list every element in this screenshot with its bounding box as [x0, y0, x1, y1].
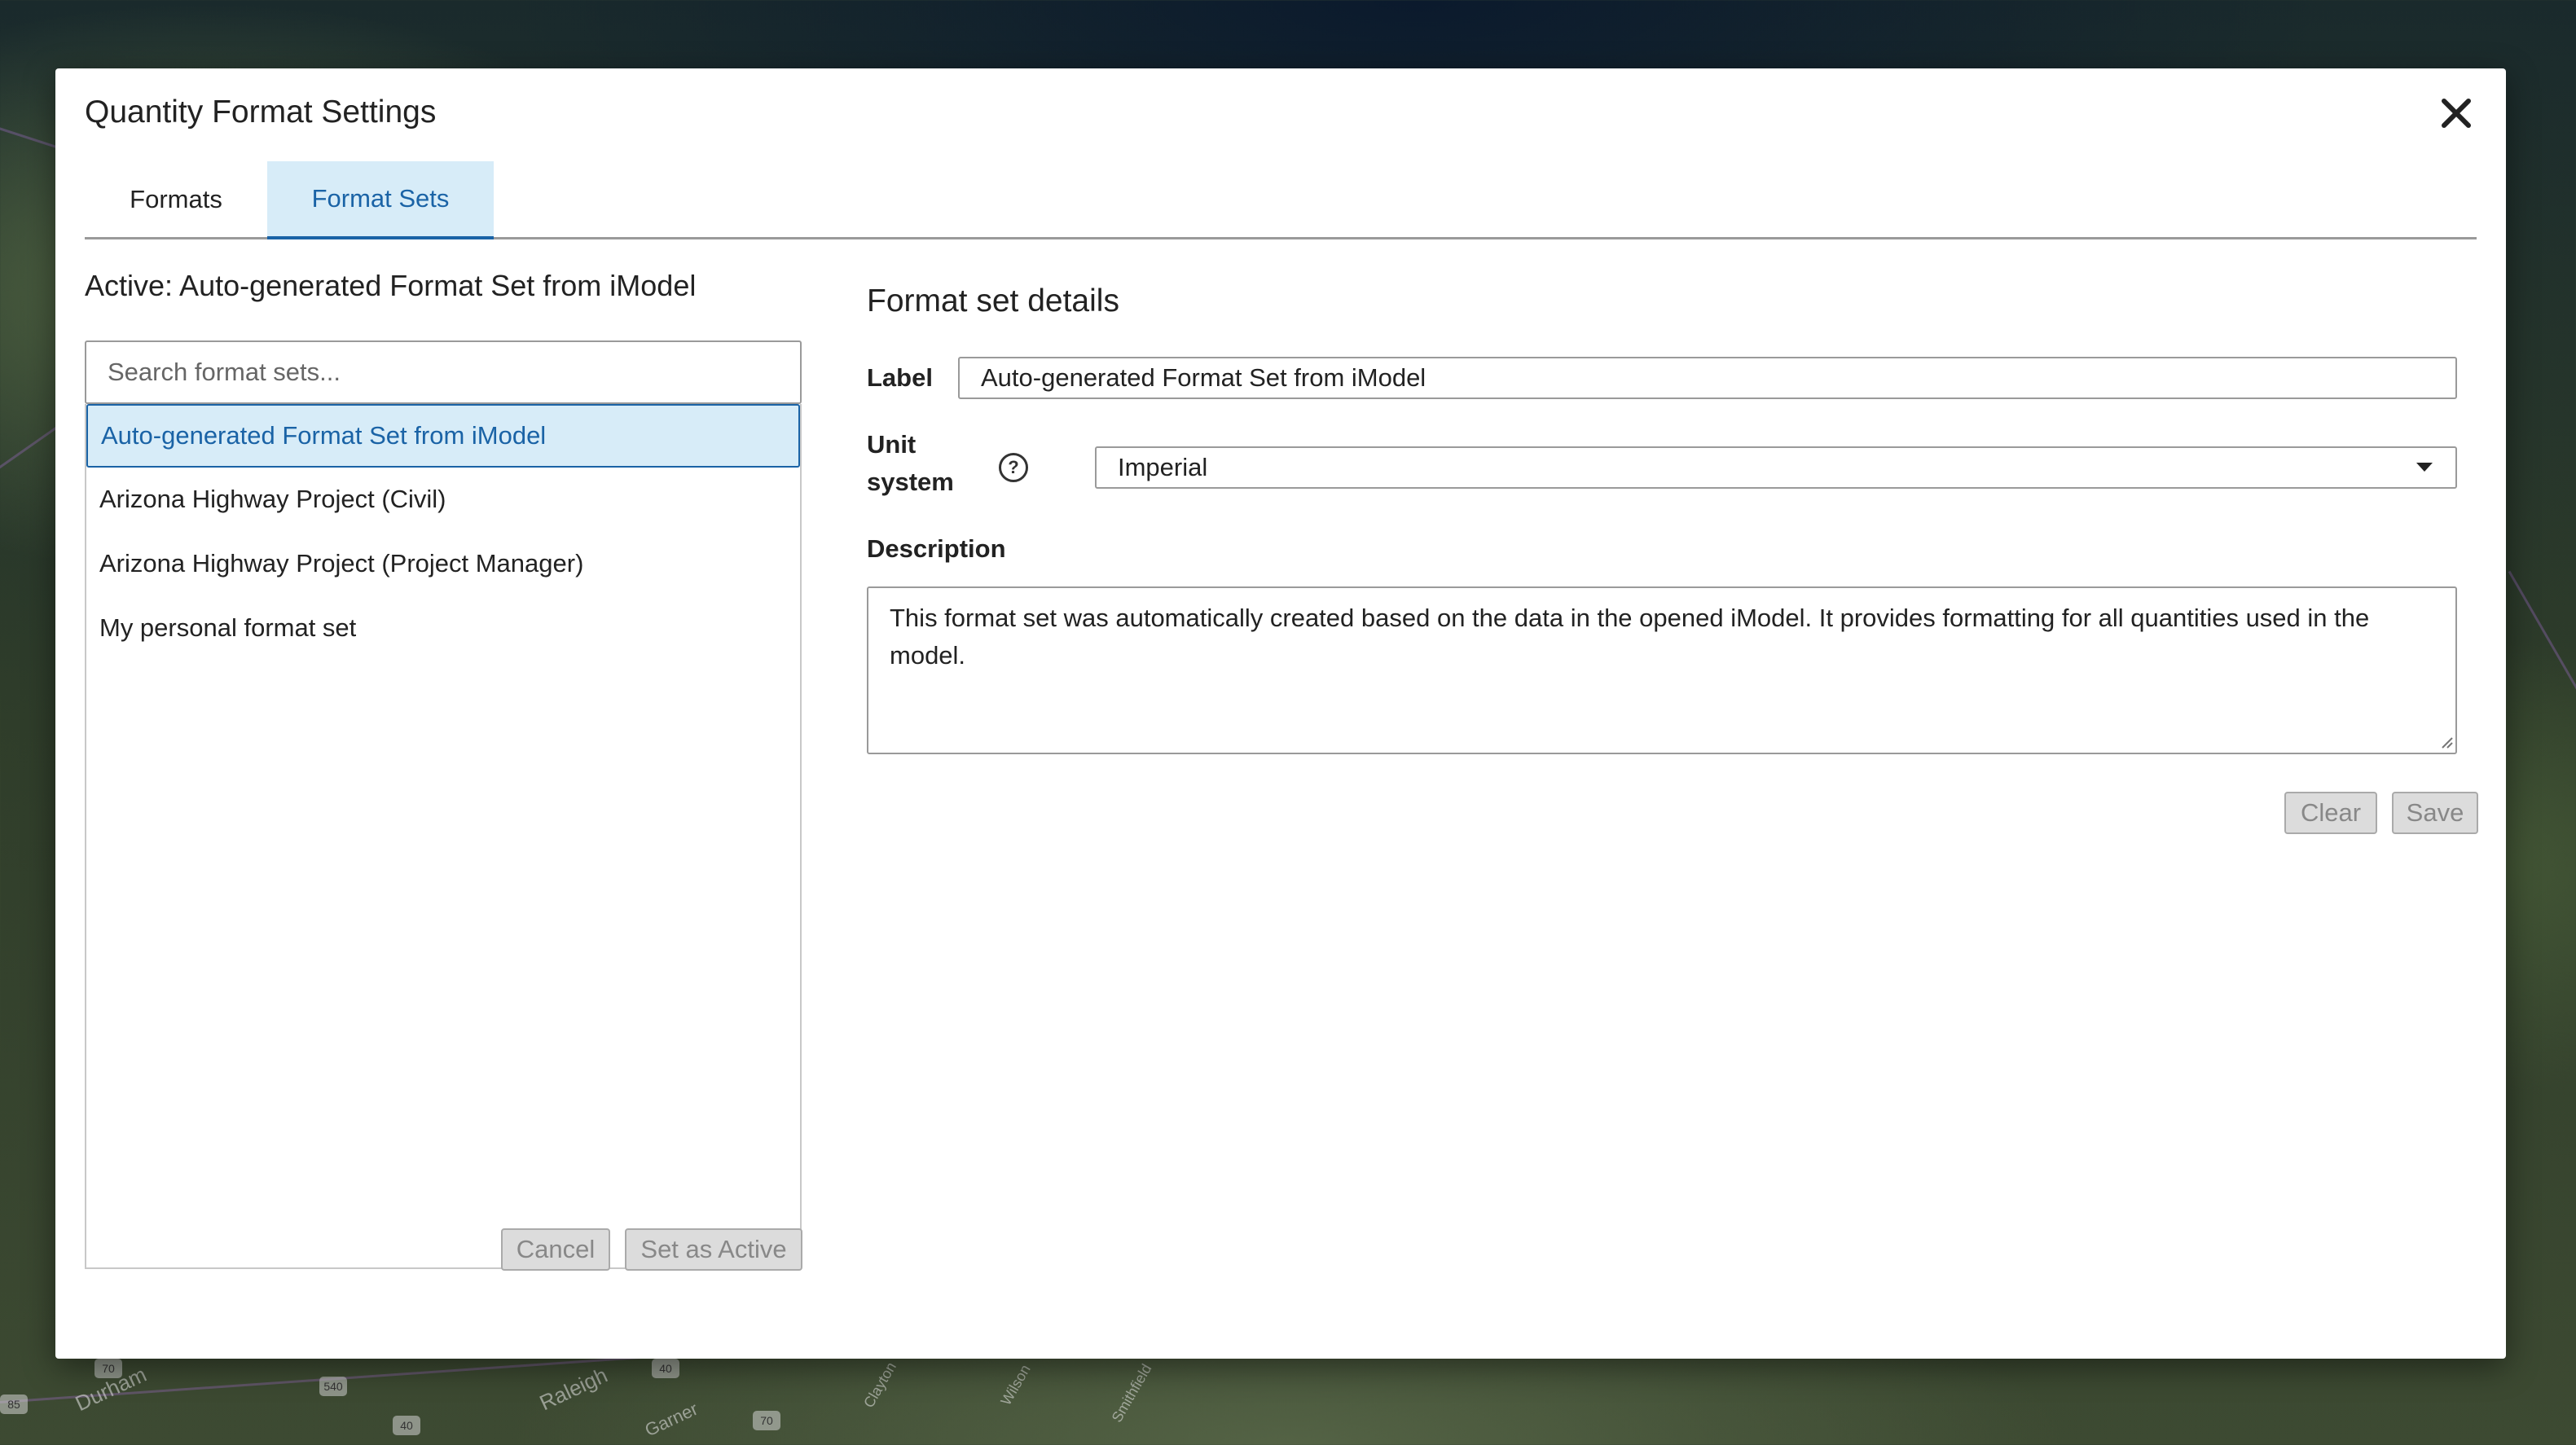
label-field-label: Label [867, 363, 933, 392]
help-icon[interactable]: ? [999, 453, 1028, 482]
close-icon [2442, 99, 2471, 128]
chevron-down-icon [2416, 463, 2433, 472]
save-button[interactable]: Save [2392, 792, 2478, 834]
tab-bar: Formats Format Sets [85, 161, 2477, 239]
list-item[interactable]: Arizona Highway Project (Project Manager… [86, 532, 800, 595]
tab-formats[interactable]: Formats [85, 161, 267, 238]
map-label: Clayton [860, 1359, 900, 1411]
active-format-set-heading: Active: Auto-generated Format Set from i… [85, 269, 697, 302]
highway-shield: 70 [753, 1411, 780, 1430]
highway-shield: 70 [95, 1359, 122, 1378]
unit-system-select[interactable]: Imperial [1095, 446, 2457, 489]
highway-shield: 540 [319, 1377, 347, 1396]
label-input[interactable] [958, 357, 2457, 399]
map-road [2508, 570, 2576, 714]
quantity-format-settings-dialog: Quantity Format Settings Formats Format … [55, 68, 2506, 1359]
set-as-active-button[interactable]: Set as Active [625, 1228, 802, 1271]
map-label: Wilson [997, 1361, 1034, 1408]
clear-button[interactable]: Clear [2284, 792, 2377, 834]
format-set-list: Auto-generated Format Set from iModel Ar… [85, 404, 802, 1269]
unit-system-label-line2: system [867, 468, 954, 496]
search-format-sets-input[interactable] [85, 340, 802, 404]
highway-shield: 40 [393, 1416, 420, 1435]
list-item[interactable]: Arizona Highway Project (Civil) [86, 468, 800, 531]
close-button[interactable] [2436, 93, 2477, 134]
highway-shield: 85 [0, 1394, 28, 1414]
description-label: Description [867, 534, 1006, 563]
format-set-details-title: Format set details [867, 283, 1119, 318]
tab-format-sets[interactable]: Format Sets [267, 161, 494, 239]
map-label: Smithfield [1108, 1361, 1155, 1425]
unit-system-label-line1: Unit [867, 430, 917, 459]
cancel-button[interactable]: Cancel [501, 1228, 610, 1271]
highway-shield: 40 [652, 1359, 679, 1378]
description-textarea[interactable]: This format set was automatically create… [867, 586, 2457, 754]
map-label: Raleigh [535, 1362, 612, 1416]
list-item[interactable]: Auto-generated Format Set from iModel [86, 404, 800, 468]
dialog-title: Quantity Format Settings [85, 94, 437, 130]
unit-system-value: Imperial [1118, 453, 1208, 481]
resize-handle-icon[interactable] [2441, 736, 2454, 749]
map-label: Garner [641, 1398, 701, 1441]
list-item[interactable]: My personal format set [86, 596, 800, 660]
